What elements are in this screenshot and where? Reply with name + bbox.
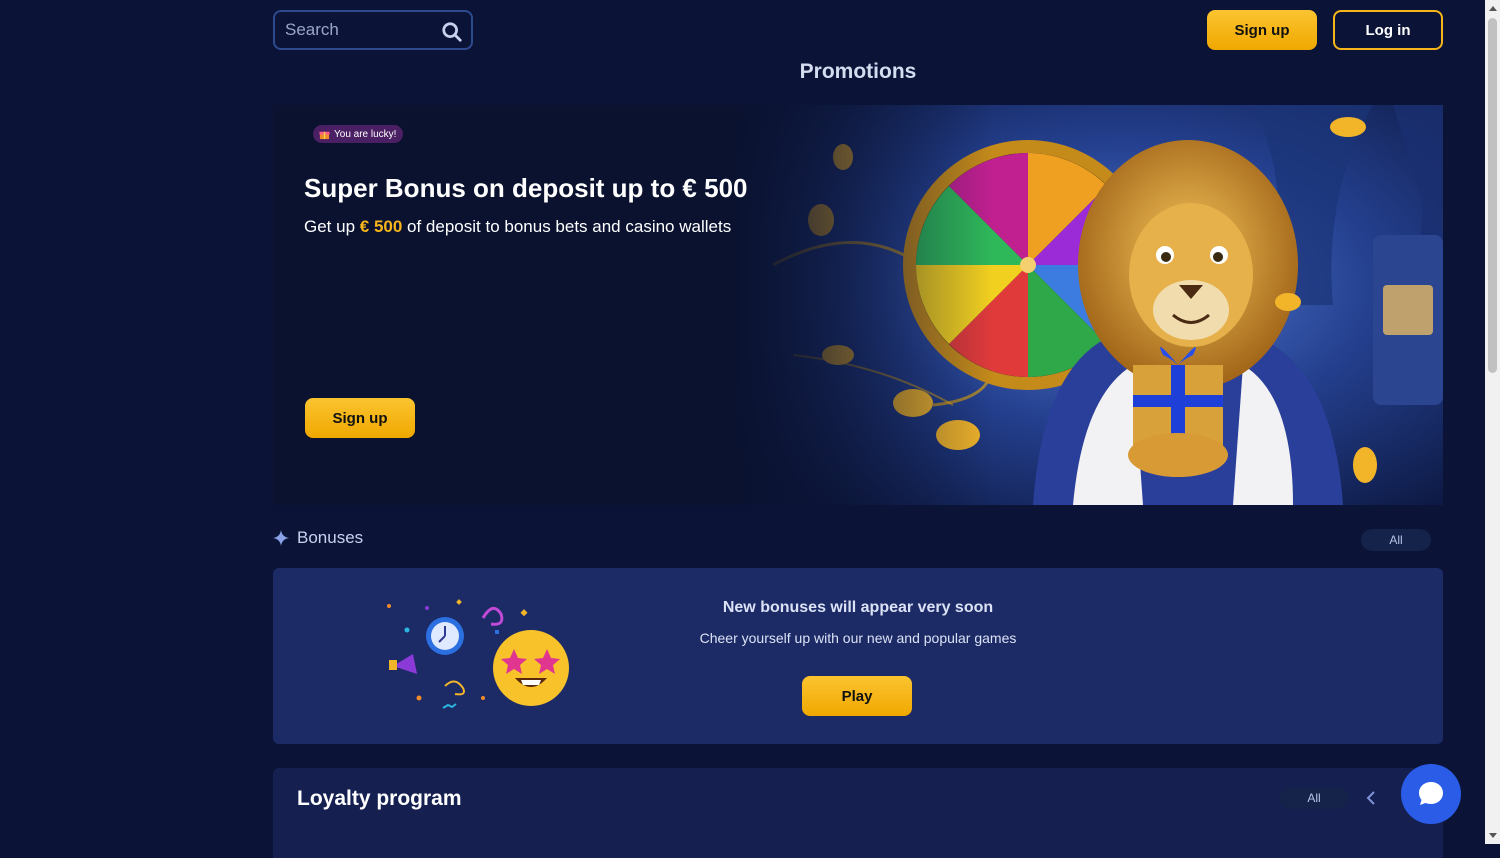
scroll-up-arrow[interactable] bbox=[1485, 0, 1500, 16]
loyalty-heading: Loyalty program bbox=[297, 787, 462, 810]
lucky-badge-label: You are lucky! bbox=[334, 128, 397, 140]
search-icon[interactable] bbox=[441, 21, 463, 43]
scroll-down-arrow[interactable] bbox=[1485, 828, 1500, 844]
page-scrollbar[interactable] bbox=[1485, 0, 1500, 844]
lucky-badge: You are lucky! bbox=[313, 125, 404, 143]
sparkle-icon bbox=[273, 530, 289, 546]
bonuses-empty-title: New bonuses will appear very soon bbox=[722, 599, 994, 616]
bonuses-all-button[interactable]: All bbox=[1361, 529, 1431, 551]
bonuses-section-header: Bonuses bbox=[273, 528, 363, 548]
play-button[interactable]: Play bbox=[802, 676, 912, 716]
hero-subtitle: Get up € 500 of deposit to bonus bets an… bbox=[304, 217, 732, 236]
bonuses-empty-subtitle: Cheer yourself up with our new and popul… bbox=[699, 630, 1017, 646]
chevron-left-icon bbox=[1366, 791, 1375, 805]
gift-icon bbox=[319, 131, 330, 139]
live-chat-button[interactable] bbox=[1401, 764, 1461, 824]
bonuses-heading: Bonuses bbox=[297, 528, 364, 547]
hero-bonus-amount: € 500 bbox=[359, 217, 403, 236]
header-signup-button[interactable]: Sign up bbox=[1207, 10, 1317, 50]
hero-signup-button[interactable]: Sign up bbox=[305, 398, 415, 438]
page-title: Promotions bbox=[799, 60, 917, 83]
search-input[interactable] bbox=[283, 19, 437, 41]
bonuses-empty-card: New bonuses will appear very soon Cheer … bbox=[273, 568, 1443, 744]
scrollbar-thumb[interactable] bbox=[1488, 18, 1497, 373]
loyalty-all-button[interactable]: All bbox=[1279, 787, 1349, 809]
search-box[interactable] bbox=[273, 10, 473, 50]
chat-icon bbox=[1419, 782, 1443, 805]
loyalty-prev-button[interactable] bbox=[1358, 786, 1384, 810]
header-login-button[interactable]: Log in bbox=[1333, 10, 1443, 50]
loyalty-program-section: Loyalty program All bbox=[273, 768, 1443, 858]
promo-hero-banner: You are lucky! Super Bonus on deposit up… bbox=[273, 105, 1443, 505]
hero-title: Super Bonus on deposit up to € 500 bbox=[304, 173, 748, 203]
